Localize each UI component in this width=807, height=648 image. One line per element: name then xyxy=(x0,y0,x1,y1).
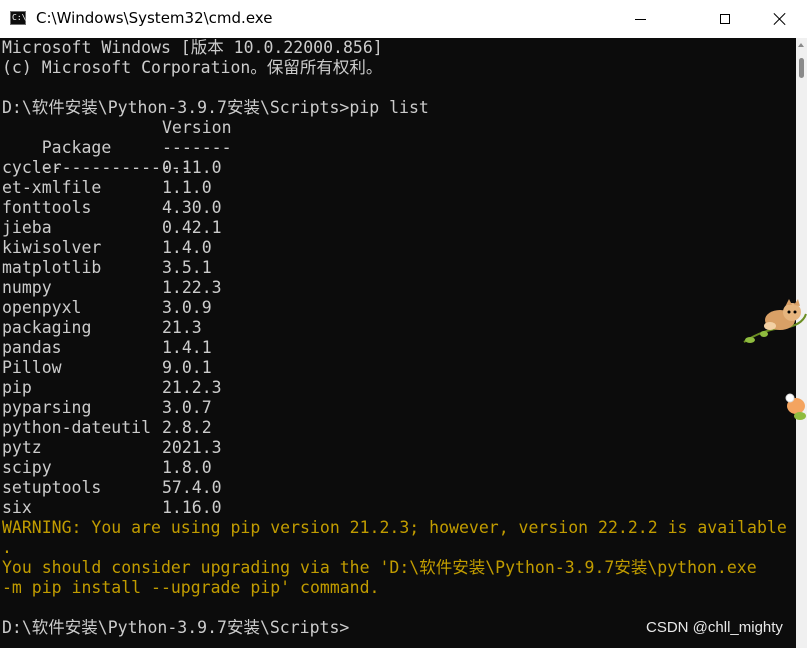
cat-sticker-icon xyxy=(743,299,807,343)
title-bar: C:\. C:\Windows\System32\cmd.exe xyxy=(0,0,807,39)
package-name: scipy xyxy=(2,458,52,477)
package-row: pytz 2021.3 xyxy=(2,438,222,458)
warning-line: -m pip install --upgrade pip' command. xyxy=(2,578,380,597)
package-name: pip xyxy=(2,378,32,397)
package-version: 0.11.0 xyxy=(162,158,222,177)
leaf-sticker-icon xyxy=(785,393,806,420)
package-row: cycler 0.11.0 xyxy=(2,158,222,178)
package-row: numpy 1.22.3 xyxy=(2,278,222,298)
scroll-thumb[interactable] xyxy=(799,58,804,78)
package-name: jieba xyxy=(2,218,52,237)
package-version: 3.0.9 xyxy=(162,298,212,317)
maximize-button[interactable] xyxy=(702,0,748,38)
package-version: 2.8.2 xyxy=(162,418,212,437)
package-row: Pillow 9.0.1 xyxy=(2,358,212,378)
command-line: D:\软件安装\Python-3.9.7安装\Scripts>pip list xyxy=(2,98,429,117)
package-name: numpy xyxy=(2,278,52,297)
package-name: python-dateutil xyxy=(2,418,152,437)
package-version: 21.2.3 xyxy=(162,378,222,397)
command-prompt: D:\软件安装\Python-3.9.7安装\Scripts> xyxy=(2,618,350,637)
package-name: pyparsing xyxy=(2,398,92,417)
package-row: fonttools 4.30.0 xyxy=(2,198,222,218)
warning-line: WARNING: You are using pip version 21.2.… xyxy=(2,518,787,537)
package-name: packaging xyxy=(2,318,92,337)
cmd-icon: C:\. xyxy=(10,11,31,25)
package-version: 0.42.1 xyxy=(162,218,222,237)
package-version: 4.30.0 xyxy=(162,198,222,217)
package-version: 21.3 xyxy=(162,318,202,337)
version-separator: ------- xyxy=(162,138,232,157)
table-separator: --------------- ------- xyxy=(2,138,232,177)
package-row: jieba 0.42.1 xyxy=(2,218,222,238)
package-name: pytz xyxy=(2,438,42,457)
window-title: C:\Windows\System32\cmd.exe xyxy=(36,9,273,27)
package-version: 1.22.3 xyxy=(162,278,222,297)
console-line: Microsoft Windows [版本 10.0.22000.856] xyxy=(2,38,383,57)
package-name: kiwisolver xyxy=(2,238,102,257)
watermark: CSDN @chll_mighty xyxy=(646,619,783,636)
close-button[interactable] xyxy=(757,0,803,38)
package-version: 1.4.1 xyxy=(162,338,212,357)
package-name: matplotlib xyxy=(2,258,102,277)
package-version: 2021.3 xyxy=(162,438,222,457)
package-version: 1.1.0 xyxy=(162,178,212,197)
package-row: python-dateutil 2.8.2 xyxy=(2,418,212,438)
package-version: 3.5.1 xyxy=(162,258,212,277)
package-row: pandas 1.4.1 xyxy=(2,338,212,358)
package-version: 57.4.0 xyxy=(162,478,222,497)
package-row: six 1.16.0 xyxy=(2,498,222,518)
package-name: pandas xyxy=(2,338,62,357)
package-row: setuptools 57.4.0 xyxy=(2,478,222,498)
package-name: et-xmlfile xyxy=(2,178,102,197)
package-name: openpyxl xyxy=(2,298,82,317)
minimize-button[interactable] xyxy=(617,0,663,38)
package-row: packaging 21.3 xyxy=(2,318,202,338)
version-column-header: Version xyxy=(162,118,232,137)
package-row: et-xmlfile 1.1.0 xyxy=(2,178,212,198)
package-name: cycler xyxy=(2,158,62,177)
package-row: scipy 1.8.0 xyxy=(2,458,212,478)
package-name: six xyxy=(2,498,32,517)
package-row: kiwisolver 1.4.0 xyxy=(2,238,212,258)
warning-line: . xyxy=(2,538,12,557)
maximize-icon xyxy=(720,14,730,24)
close-icon xyxy=(774,13,786,25)
table-header: Package Version xyxy=(2,118,232,157)
package-version: 1.4.0 xyxy=(162,238,212,257)
minimize-icon xyxy=(634,18,646,20)
scroll-up-arrow-icon[interactable] xyxy=(798,43,804,47)
warning-line: You should consider upgrading via the 'D… xyxy=(2,558,757,577)
package-version: 9.0.1 xyxy=(162,358,212,377)
package-version: 1.8.0 xyxy=(162,458,212,477)
package-row: pip 21.2.3 xyxy=(2,378,222,398)
package-row: pyparsing 3.0.7 xyxy=(2,398,212,418)
console-line: (c) Microsoft Corporation。保留所有权利。 xyxy=(2,58,383,77)
package-version: 3.0.7 xyxy=(162,398,212,417)
package-row: openpyxl 3.0.9 xyxy=(2,298,212,318)
console-output[interactable]: Microsoft Windows [版本 10.0.22000.856] (c… xyxy=(0,38,796,648)
package-version: 1.16.0 xyxy=(162,498,222,517)
package-name: Pillow xyxy=(2,358,62,377)
package-name: fonttools xyxy=(2,198,92,217)
package-name: setuptools xyxy=(2,478,102,497)
package-row: matplotlib 3.5.1 xyxy=(2,258,212,278)
